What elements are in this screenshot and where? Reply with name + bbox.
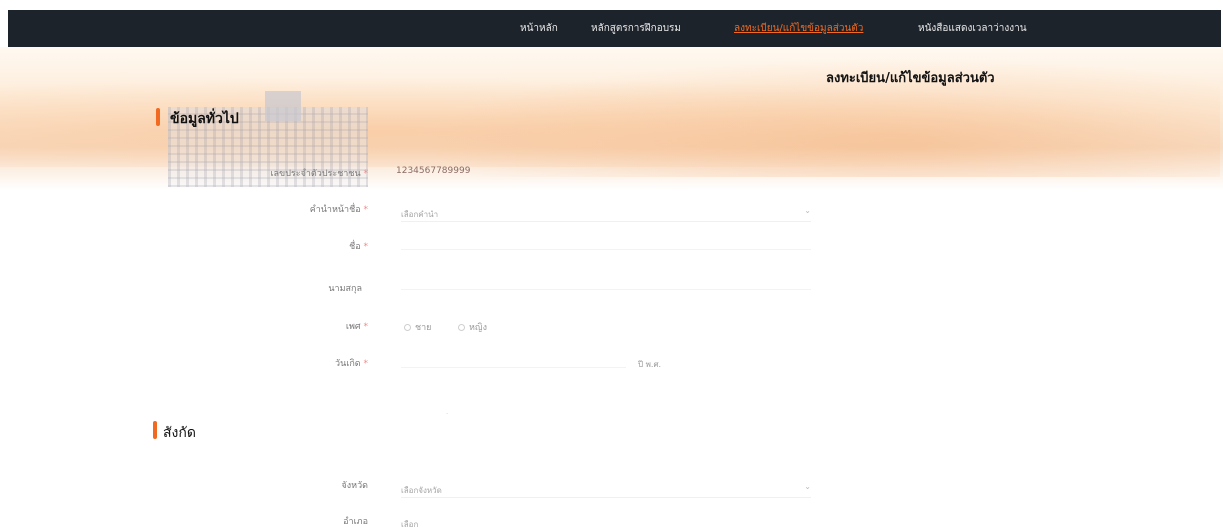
last-name-input[interactable]: [401, 276, 811, 290]
gender-label-text: เพศ: [345, 322, 361, 332]
prefix-label: คำนำหน้าชื่อ *: [310, 202, 368, 216]
first-name-label: ชื่อ *: [349, 239, 368, 253]
radio-icon: [458, 324, 465, 331]
id-number-label: เลขประจำตัวประชาชน *: [270, 166, 368, 180]
gender-option-male: ชาย: [415, 323, 432, 333]
chevron-down-icon: ⌄: [804, 482, 811, 491]
birthdate-label-text: วันเกิด: [335, 359, 361, 369]
gender-label: เพศ *: [346, 319, 368, 333]
section-marker: [156, 108, 160, 126]
required-mark: *: [363, 242, 369, 252]
hero-glow-secondary: [420, 57, 1220, 177]
building-tower-image: [265, 91, 301, 121]
gender-radio-male[interactable]: ชาย: [404, 320, 431, 334]
first-name-input[interactable]: [401, 236, 811, 250]
chevron-down-icon: ⌄: [804, 206, 811, 215]
nav-item-courses[interactable]: หลักสูตรการฝึกอบรม: [591, 21, 681, 36]
first-name-label-text: ชื่อ: [349, 242, 361, 252]
section-title-affiliation: สังกัด: [163, 425, 196, 441]
id-number-value: 1234567789999: [396, 166, 471, 176]
required-mark: *: [363, 322, 369, 332]
birthdate-year-label: ปี พ.ศ.: [638, 360, 662, 369]
section-marker: [153, 421, 157, 439]
divider-mark: ·: [446, 410, 449, 418]
province-placeholder: เลือกจังหวัด: [401, 486, 442, 495]
prefix-select[interactable]: เลือกคำนำ ⌄: [401, 204, 811, 222]
district-select[interactable]: เลือก: [401, 514, 811, 531]
nav-item-home[interactable]: หน้าหลัก: [520, 21, 558, 36]
prefix-label-text: คำนำหน้าชื่อ: [309, 205, 361, 215]
nav-item-register[interactable]: ลงทะเบียน/แก้ไขข้อมูลส่วนตัว: [734, 21, 863, 36]
required-mark: *: [363, 169, 369, 179]
district-label: อำเภอ: [343, 517, 368, 527]
province-select[interactable]: เลือกจังหวัด ⌄: [401, 480, 811, 498]
top-navbar: หน้าหลัก หลักสูตรการฝึกอบรม ลงทะเบียน/แก…: [8, 10, 1221, 47]
page-title: ลงทะเบียน/แก้ไขข้อมูลส่วนตัว: [826, 71, 995, 86]
last-name-label: นามสกุล: [328, 284, 362, 294]
district-placeholder: เลือก: [401, 520, 419, 529]
id-number-label-text: เลขประจำตัวประชาชน: [270, 169, 361, 179]
province-label: จังหวัด: [341, 481, 369, 491]
gender-radio-female[interactable]: หญิง: [458, 320, 487, 334]
section-title-general: ข้อมูลทั่วไป: [170, 111, 239, 127]
gender-option-female: หญิง: [469, 323, 487, 333]
radio-icon: [404, 324, 411, 331]
required-mark: *: [363, 205, 369, 215]
birthdate-label: วันเกิด *: [335, 356, 368, 370]
nav-item-unemployment-cert[interactable]: หนังสือแสดงเวลาว่างงาน: [918, 21, 1027, 36]
required-mark: *: [363, 359, 369, 369]
prefix-placeholder: เลือกคำนำ: [401, 210, 439, 219]
birthdate-input[interactable]: [401, 354, 626, 368]
